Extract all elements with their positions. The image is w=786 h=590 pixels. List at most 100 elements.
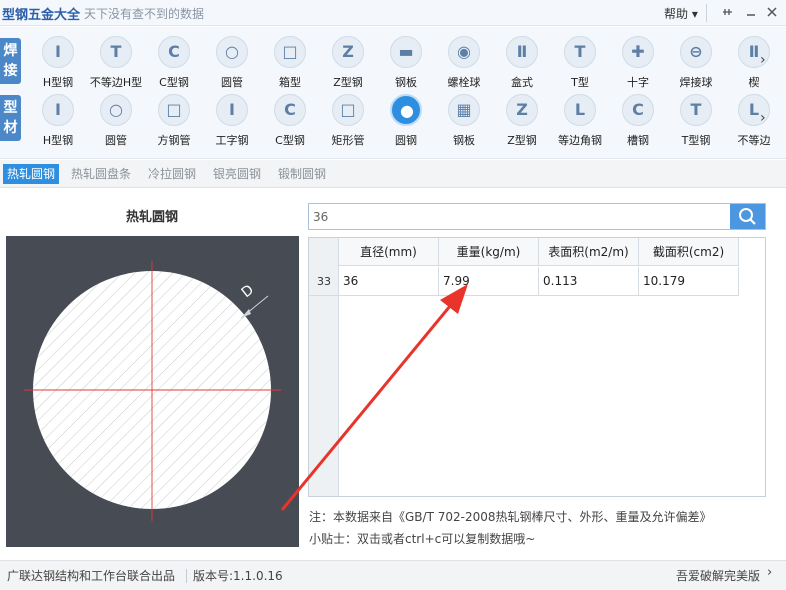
toolbar-item-label: 圆钢 [395, 134, 417, 147]
toolbar-item-label: 十字 [627, 76, 649, 89]
profile-glyph: ● [400, 101, 414, 120]
status-bar: 广联达钢结构和工作台联合出品 版本号:1.1.0.16 吾爱破解完美版 › [0, 560, 786, 590]
toolbar-item-label: 螺栓球 [447, 76, 481, 89]
profile-icon: C [158, 36, 190, 68]
profile-glyph: T [574, 42, 586, 61]
toolbar-item[interactable]: T T型 [551, 36, 609, 92]
profile-glyph: ▬ [398, 42, 414, 61]
column-header-section-area[interactable]: 截面积(cm2) [639, 238, 739, 266]
profile-icon: □ [274, 36, 306, 68]
toolbar-item-label: 焊接球 [679, 76, 713, 89]
toolbar-item[interactable]: I H型钢 [29, 94, 87, 150]
toolbar-item[interactable]: Z Z型钢 [319, 36, 377, 92]
toolbar-item-label: 箱型 [279, 76, 301, 89]
column-header-diameter[interactable]: 直径(mm) [339, 238, 439, 266]
toolbar-item-label: 楔 [748, 76, 760, 89]
column-header-surface-area[interactable]: 表面积(m2/m) [539, 238, 639, 266]
toolbar-item-label: 钢板 [453, 134, 475, 147]
category-toolbar: 焊接 I H型钢 T 不等边H型 C C型钢 ○ 圆管 □ 箱型 Z Z型钢 ▬ 钢板 ◉ 螺栓球 Ⅱ 盒式 T T型… [0, 27, 786, 159]
app-subtitle: 天下没有查不到的数据 [84, 7, 205, 21]
toolbar-item[interactable]: ▦ 钢板 [435, 94, 493, 150]
subtab[interactable]: 锻制圆钢 [274, 164, 330, 184]
title-bar: 型钢五金大全 天下没有查不到的数据 帮助 ▾ [0, 0, 786, 26]
search-button[interactable] [730, 204, 765, 229]
subtab[interactable]: 热轧圆盘条 [67, 164, 135, 184]
toolbar-item[interactable]: ▬ 钢板 [377, 36, 435, 92]
search-input[interactable] [309, 204, 729, 229]
toolbar-item[interactable]: T T型钢 [667, 94, 725, 150]
toolbar-item-label: H型钢 [42, 134, 74, 147]
profile-glyph: ○ [225, 42, 239, 61]
toolbar-item-label: C型钢 [275, 134, 305, 147]
cell-surface-area[interactable]: 0.113 [539, 267, 639, 296]
annotation-arrow [280, 284, 468, 511]
toolbar-item[interactable]: □ 方钢管 [145, 94, 203, 150]
subtab[interactable]: 冷拉圆钢 [144, 164, 200, 184]
subtab[interactable]: 银亮圆钢 [209, 164, 265, 184]
pin-icon[interactable] [718, 3, 736, 21]
toolbar-item[interactable]: ✚ 十字 [609, 36, 667, 92]
profile-icon: ● [390, 94, 422, 126]
chevron-right-icon[interactable]: › [767, 565, 772, 580]
profile-glyph: C [284, 100, 296, 119]
profile-icon: Z [506, 94, 538, 126]
toolbar-item[interactable]: C 槽钢 [609, 94, 667, 150]
profile-icon: □ [332, 94, 364, 126]
tip-note: 小贴士：双击或者ctrl+c可以复制数据哦~ [309, 532, 536, 546]
toolbar-item-label: H型钢 [42, 76, 74, 89]
cell-section-area[interactable]: 10.179 [639, 267, 739, 296]
toolbar-item[interactable]: ○ 圆管 [87, 94, 145, 150]
version-text: 版本号:1.1.0.16 [193, 569, 283, 583]
profile-glyph: I [55, 100, 61, 119]
profile-glyph: ✚ [631, 42, 645, 61]
toolbar-item[interactable]: L 不等边 [725, 94, 783, 150]
toolbar-item-label: 等边角钢 [558, 134, 602, 147]
chevron-right-icon[interactable]: › [760, 53, 772, 67]
profile-glyph: C [632, 100, 644, 119]
divider [186, 569, 187, 583]
toolbar-item[interactable]: □ 矩形管 [319, 94, 377, 150]
profile-glyph: T [690, 100, 702, 119]
category-profile[interactable]: 型材 [0, 95, 21, 141]
profile-glyph: ⊖ [689, 42, 703, 61]
category-welding[interactable]: 焊接 [0, 38, 21, 84]
profile-icon: I [42, 36, 74, 68]
profile-glyph: L [574, 100, 586, 119]
toolbar-item-label: 方钢管 [157, 134, 191, 147]
help-label: 帮助 [664, 7, 689, 21]
toolbar-item[interactable]: Ⅱ 盒式 [493, 36, 551, 92]
search-icon [739, 208, 756, 225]
profile-glyph: ○ [109, 100, 123, 119]
toolbar-item[interactable]: ⊖ 焊接球 [667, 36, 725, 92]
toolbar-item[interactable]: I 工字钢 [203, 94, 261, 150]
chevron-right-icon[interactable]: › [760, 111, 772, 125]
minimize-icon[interactable] [742, 3, 760, 21]
toolbar-item[interactable]: ◉ 螺栓球 [435, 36, 493, 92]
toolbar-item[interactable]: □ 箱型 [261, 36, 319, 92]
toolbar-item[interactable]: Z Z型钢 [493, 94, 551, 150]
toolbar-item[interactable]: T 不等边H型 [87, 36, 145, 92]
column-header-weight[interactable]: 重量(kg/m) [439, 238, 539, 266]
toolbar-item[interactable]: ● 圆钢 [377, 94, 435, 150]
dimension-label: D [239, 282, 257, 301]
toolbar-item[interactable]: Ⅱ楔 [725, 36, 783, 92]
edition-link[interactable]: 吾爱破解完美版 [676, 567, 760, 584]
toolbar-item[interactable]: C C型钢 [145, 36, 203, 92]
chevron-down-icon: ▾ [691, 7, 698, 21]
toolbar-item-label: 槽钢 [627, 134, 649, 147]
toolbar-item[interactable]: I H型钢 [29, 36, 87, 92]
subtab[interactable]: 热轧圆钢 [3, 164, 60, 184]
toolbar-item-label: 工字钢 [215, 134, 249, 147]
profile-glyph: C [168, 42, 180, 61]
subtab-bar: 热轧圆钢 热轧圆盘条 冷拉圆钢 银亮圆钢 锻制圆钢 [0, 160, 786, 188]
help-menu[interactable]: 帮助 ▾ [664, 5, 698, 22]
toolbar-item-label: 圆管 [105, 134, 127, 147]
toolbar-item[interactable]: L 等边角钢 [551, 94, 609, 150]
close-icon[interactable] [763, 3, 781, 21]
profile-icon: ○ [216, 36, 248, 68]
toolbar-item[interactable]: ○ 圆管 [203, 36, 261, 92]
toolbar-item[interactable]: C C型钢 [261, 94, 319, 150]
toolbar-item-label: T型 [571, 76, 589, 89]
diagram-title: 热轧圆钢 [126, 210, 179, 225]
profile-icon: ◉ [448, 36, 480, 68]
